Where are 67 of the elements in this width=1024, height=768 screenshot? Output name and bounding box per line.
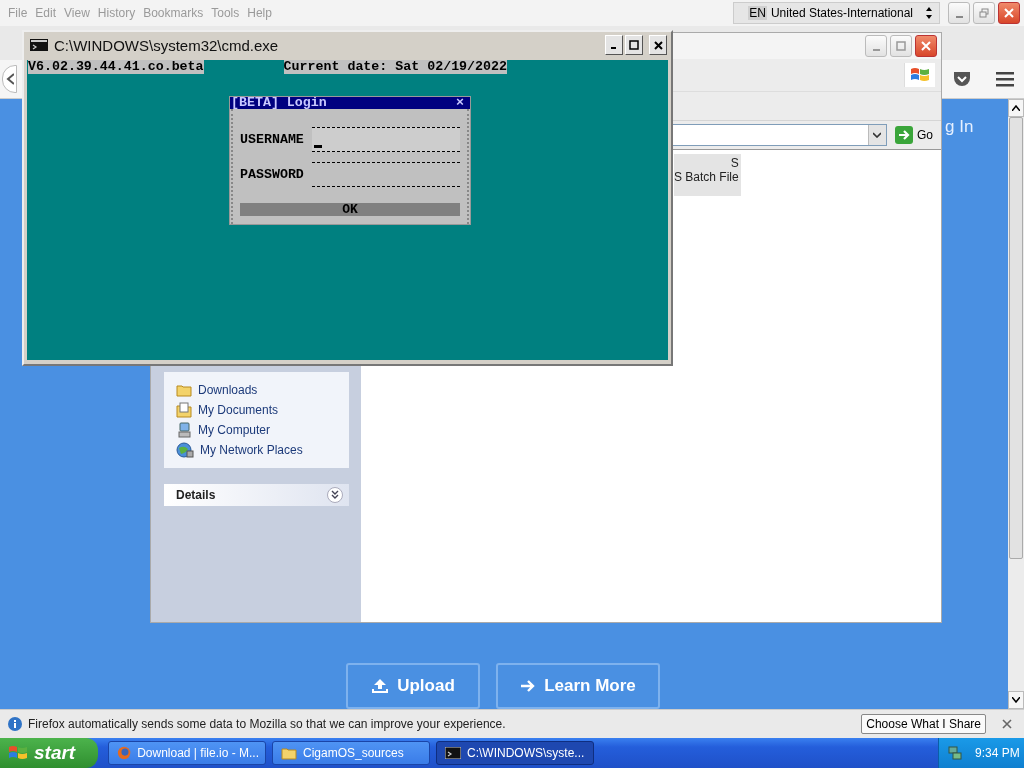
text-cursor xyxy=(314,145,322,148)
place-link[interactable]: My Documents xyxy=(176,402,337,418)
computer-icon xyxy=(176,422,192,438)
language-bar[interactable]: EN United States-International xyxy=(733,2,940,24)
back-button[interactable] xyxy=(2,65,17,93)
pocket-icon[interactable] xyxy=(952,70,972,88)
start-button[interactable]: start xyxy=(0,738,98,768)
minimize-icon xyxy=(955,15,963,18)
taskbar-button[interactable]: CigamOS_sources xyxy=(272,741,430,765)
close-icon[interactable] xyxy=(1002,719,1012,729)
scroll-up-icon[interactable] xyxy=(1012,105,1020,111)
maximize-icon xyxy=(896,41,906,51)
place-link[interactable]: My Network Places xyxy=(176,442,337,458)
page-button[interactable]: Learn More xyxy=(496,663,660,709)
window-title: C:\WINDOWS\system32\cmd.exe xyxy=(54,36,279,54)
file-name: S xyxy=(730,156,739,170)
go-button[interactable]: Go xyxy=(893,126,935,144)
details-panel-header[interactable]: Details xyxy=(164,484,349,506)
info-icon xyxy=(8,717,22,731)
file-type: S Batch File xyxy=(674,170,739,184)
clock: 9:34 PM xyxy=(975,746,1020,760)
expand-chevron-icon[interactable] xyxy=(327,487,343,503)
menu-icon[interactable] xyxy=(996,71,1014,87)
version-text: V6.02.39.44.41.co.beta xyxy=(28,60,204,74)
windows-logo-icon xyxy=(8,744,28,762)
close-icon xyxy=(653,40,663,50)
close-icon xyxy=(921,41,931,51)
dropdown-button[interactable] xyxy=(868,125,886,145)
place-link[interactable]: My Computer xyxy=(176,422,337,438)
network-globe-icon xyxy=(176,442,194,458)
file-item[interactable]: S S Batch File xyxy=(674,154,741,196)
maximize-icon xyxy=(629,40,639,50)
restore-icon xyxy=(979,8,989,18)
taskbar-button[interactable]: Download | file.io - M... xyxy=(108,741,266,765)
folder-icon xyxy=(176,383,192,397)
arrow-right-icon xyxy=(520,679,537,693)
scrollbar[interactable] xyxy=(1008,99,1024,709)
updown-icon[interactable] xyxy=(925,6,933,20)
input-field[interactable] xyxy=(312,127,460,152)
console-icon xyxy=(30,39,48,51)
login-link[interactable]: g In xyxy=(945,117,974,137)
dialog-close-button[interactable]: × xyxy=(456,97,464,109)
language-code: EN xyxy=(748,6,767,20)
documents-icon xyxy=(176,402,192,418)
dialog-title: [BETA] Login xyxy=(231,97,327,109)
minimize-icon xyxy=(872,48,880,51)
field-label: USERNAME xyxy=(240,132,304,147)
network-tray-icon[interactable] xyxy=(947,745,963,761)
dropdown-caret-icon xyxy=(873,132,882,138)
scroll-down-icon[interactable] xyxy=(1012,697,1020,703)
keyboard-layout: United States-International xyxy=(770,6,913,20)
browser-icon xyxy=(117,745,132,761)
console-icon xyxy=(445,747,461,759)
choose-share-button[interactable]: Choose What I Share xyxy=(861,714,986,734)
page-button[interactable]: Upload xyxy=(346,663,480,709)
notification-text: Firefox automatically sends some data to Mozilla so that we can improve your experience. xyxy=(28,717,506,731)
taskbar-button[interactable]: C:\WINDOWS\syste... xyxy=(436,741,594,765)
field-label: PASSWORD xyxy=(240,167,304,182)
upload-icon xyxy=(371,678,390,694)
close-icon xyxy=(1004,8,1014,18)
folder-icon xyxy=(281,746,297,760)
go-arrow-icon xyxy=(895,126,913,144)
date-text: Current date: Sat 02/19/2022 xyxy=(283,60,507,74)
place-link[interactable]: Downloads xyxy=(176,382,337,398)
ok-button[interactable]: OK xyxy=(240,203,460,216)
input-field[interactable] xyxy=(312,162,460,187)
windows-logo-icon xyxy=(904,63,935,87)
